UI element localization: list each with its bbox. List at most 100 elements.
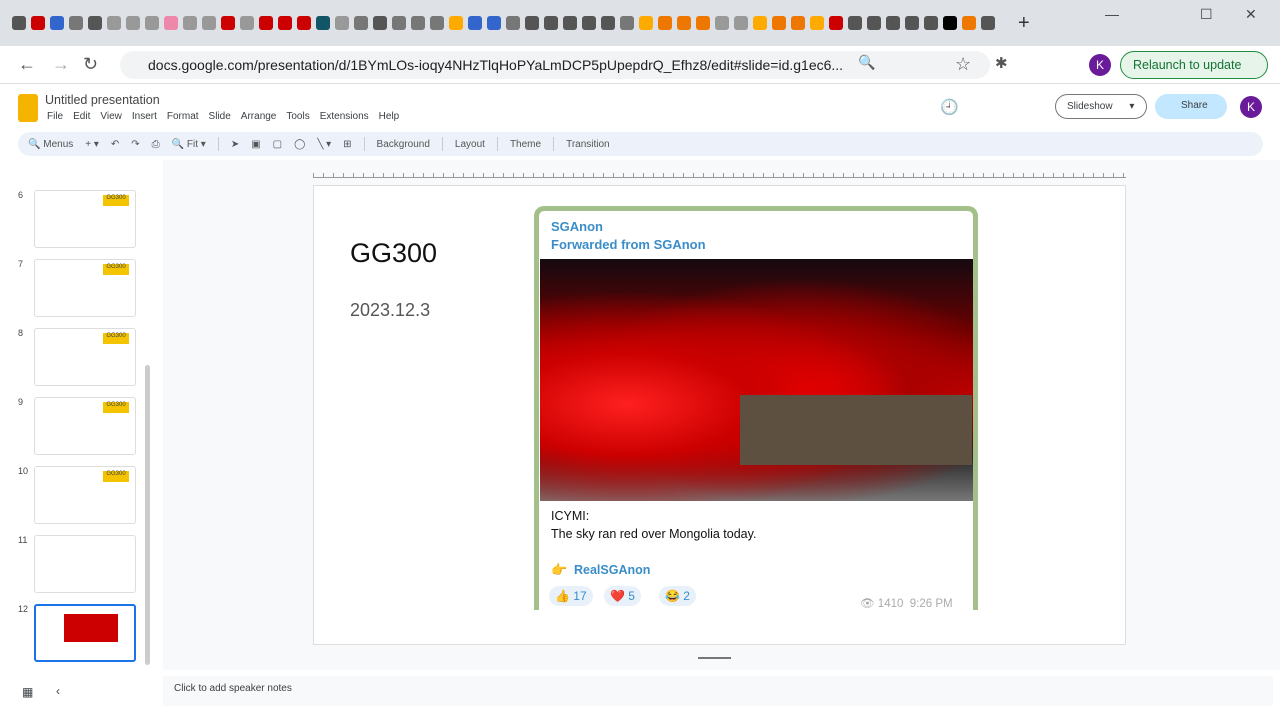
collapse-filmstrip-icon[interactable]: ‹ [56, 684, 60, 698]
background-button[interactable]: Background [377, 139, 430, 150]
menu-view[interactable]: View [100, 111, 122, 122]
tab-favicon[interactable] [506, 16, 520, 30]
tab-favicon[interactable] [487, 16, 501, 30]
tab-favicon[interactable] [791, 16, 805, 30]
relaunch-button[interactable]: Relaunch to update [1120, 51, 1268, 79]
back-icon[interactable]: ← [18, 54, 36, 75]
redo-icon[interactable]: ↷ [131, 139, 139, 150]
menu-extensions[interactable]: Extensions [320, 111, 369, 122]
tab-favicon[interactable] [297, 16, 311, 30]
comment-icon[interactable]: ⊞ [343, 139, 351, 150]
tab-favicon[interactable] [430, 16, 444, 30]
tab-favicon[interactable] [677, 16, 691, 30]
tab-favicon[interactable] [145, 16, 159, 30]
search-menus[interactable]: 🔍 Menus [28, 139, 73, 150]
bookmark-star-icon[interactable]: ☆ [955, 54, 971, 75]
profile-avatar[interactable]: K [1089, 54, 1111, 76]
tab-favicon[interactable] [905, 16, 919, 30]
close-window-button[interactable]: ✕ [1245, 6, 1257, 23]
tab-favicon[interactable] [829, 16, 843, 30]
version-history-icon[interactable]: 🕘 [940, 98, 959, 116]
tab-favicon[interactable] [183, 16, 197, 30]
print-icon[interactable]: ⎙ [152, 139, 160, 150]
new-tab-button[interactable]: + [1018, 12, 1030, 35]
reaction-chip[interactable]: 👍 17 [549, 586, 593, 606]
menu-arrange[interactable]: Arrange [241, 111, 277, 122]
textbox-icon[interactable]: ▣ [251, 139, 260, 150]
tab-favicon[interactable] [354, 16, 368, 30]
extensions-icon[interactable]: ✱ [995, 54, 1008, 72]
document-title[interactable]: Untitled presentation [45, 93, 160, 107]
tab-favicon[interactable] [316, 16, 330, 30]
tab-favicon[interactable] [715, 16, 729, 30]
tab-favicon[interactable] [544, 16, 558, 30]
tab-favicon[interactable] [620, 16, 634, 30]
tab-favicons[interactable] [12, 16, 995, 30]
thumbnail-preview[interactable]: GG300 [34, 259, 136, 317]
tab-favicon[interactable] [525, 16, 539, 30]
tab-favicon[interactable] [753, 16, 767, 30]
reload-icon[interactable]: ↻ [83, 54, 98, 75]
image-icon[interactable]: ▢ [273, 139, 282, 150]
tab-favicon[interactable] [658, 16, 672, 30]
tab-favicon[interactable] [962, 16, 976, 30]
tab-favicon[interactable] [12, 16, 26, 30]
theme-button[interactable]: Theme [510, 139, 541, 150]
speaker-notes[interactable]: Click to add speaker notes [163, 676, 1273, 706]
menu-slide[interactable]: Slide [209, 111, 231, 122]
tab-favicon[interactable] [582, 16, 596, 30]
tab-favicon[interactable] [335, 16, 349, 30]
menu-tools[interactable]: Tools [286, 111, 309, 122]
tab-favicon[interactable] [848, 16, 862, 30]
menu-edit[interactable]: Edit [73, 111, 90, 122]
account-avatar[interactable]: K [1240, 96, 1262, 118]
line-icon[interactable]: ╲ ▾ [317, 139, 331, 150]
tab-favicon[interactable] [50, 16, 64, 30]
slideshow-button[interactable]: Slideshow ▾ [1055, 94, 1147, 119]
tab-favicon[interactable] [240, 16, 254, 30]
tab-favicon[interactable] [943, 16, 957, 30]
thumbnail-preview[interactable]: GG300 [34, 397, 136, 455]
menu-help[interactable]: Help [379, 111, 400, 122]
thumbnail-preview[interactable] [34, 604, 136, 662]
minimize-button[interactable]: — [1105, 6, 1119, 22]
zoom-select[interactable]: 🔍 Fit ▾ [172, 139, 206, 150]
menu-file[interactable]: File [47, 111, 63, 122]
thumbnail-preview[interactable]: GG300 [34, 466, 136, 524]
layout-button[interactable]: Layout [455, 139, 485, 150]
select-icon[interactable]: ➤ [231, 139, 239, 150]
tab-favicon[interactable] [886, 16, 900, 30]
slides-logo-icon[interactable] [18, 94, 38, 122]
horizontal-ruler[interactable] [313, 168, 1126, 178]
thumbnail-preview[interactable] [34, 535, 136, 593]
slide-date[interactable]: 2023.12.3 [350, 300, 430, 321]
reaction-chip[interactable]: ❤️ 5 [604, 586, 641, 606]
tab-favicon[interactable] [259, 16, 273, 30]
tab-favicon[interactable] [164, 16, 178, 30]
shape-icon[interactable]: ◯ [294, 139, 305, 150]
share-button[interactable]: Share [1155, 94, 1227, 119]
zoom-icon[interactable]: 🔍 [858, 54, 875, 71]
tab-favicon[interactable] [468, 16, 482, 30]
tab-favicon[interactable] [392, 16, 406, 30]
tab-favicon[interactable] [69, 16, 83, 30]
grid-view-icon[interactable]: ▦ [22, 685, 33, 699]
tab-favicon[interactable] [202, 16, 216, 30]
menu-format[interactable]: Format [167, 111, 199, 122]
filmstrip-scrollbar[interactable] [145, 365, 150, 665]
tab-favicon[interactable] [772, 16, 786, 30]
tab-favicon[interactable] [867, 16, 881, 30]
transition-button[interactable]: Transition [566, 139, 610, 150]
tab-favicon[interactable] [278, 16, 292, 30]
tab-favicon[interactable] [601, 16, 615, 30]
tab-favicon[interactable] [924, 16, 938, 30]
thumbnail-preview[interactable]: GG300 [34, 328, 136, 386]
tab-favicon[interactable] [563, 16, 577, 30]
tab-favicon[interactable] [981, 16, 995, 30]
notes-resize-handle[interactable] [698, 657, 731, 659]
tab-favicon[interactable] [411, 16, 425, 30]
new-slide-button[interactable]: + ▾ [85, 139, 99, 150]
tab-favicon[interactable] [810, 16, 824, 30]
menu-insert[interactable]: Insert [132, 111, 157, 122]
tab-favicon[interactable] [31, 16, 45, 30]
